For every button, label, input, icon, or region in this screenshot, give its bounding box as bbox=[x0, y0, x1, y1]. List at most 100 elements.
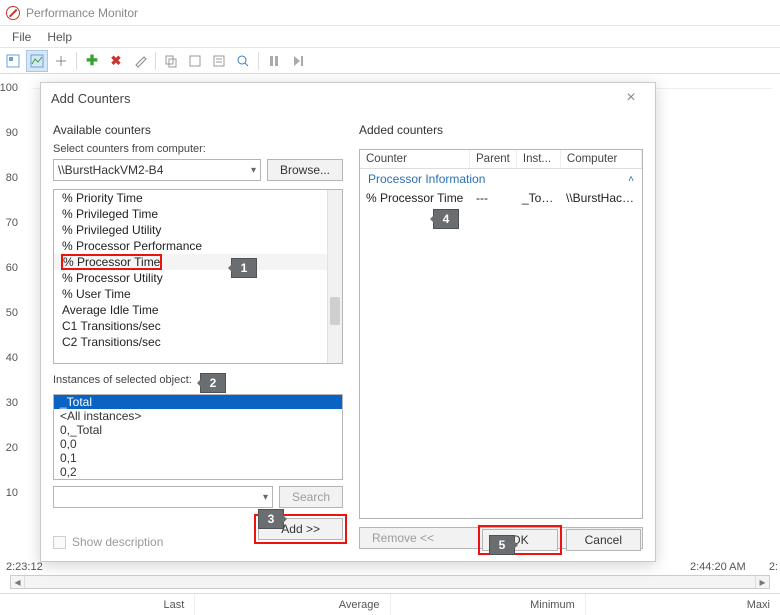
add-counters-dialog: Add Counters × Available counters Select… bbox=[40, 82, 656, 562]
instance-item[interactable]: 0,0 bbox=[54, 437, 342, 451]
available-counters-header: Available counters bbox=[53, 123, 343, 137]
toolbar-separator bbox=[258, 52, 259, 70]
computer-combo[interactable]: \\BurstHackVM2-B4 ▾ bbox=[53, 159, 261, 181]
dialog-title: Add Counters bbox=[51, 91, 131, 106]
counter-item[interactable]: % Privileged Utility bbox=[54, 222, 342, 238]
counter-item[interactable]: C2 Transitions/sec bbox=[54, 334, 342, 350]
toolbar-button[interactable] bbox=[184, 50, 206, 72]
show-description-label: Show description bbox=[72, 535, 163, 549]
y-tick: 100 bbox=[0, 82, 18, 94]
instance-item[interactable]: 0,2 bbox=[54, 465, 342, 479]
horizontal-scrollbar[interactable]: ◂ ▸ bbox=[10, 575, 770, 589]
counter-item[interactable]: C1 Transitions/sec bbox=[54, 318, 342, 334]
instances-listbox[interactable]: _Total <All instances> 0,_Total 0,0 0,1 … bbox=[53, 394, 343, 480]
table-header: Counter Parent Inst... Computer bbox=[360, 150, 642, 169]
toolbar-separator bbox=[76, 52, 77, 70]
counter-item[interactable]: % Processor Utility bbox=[54, 270, 342, 286]
counter-item-processor-time[interactable]: % Processor Time bbox=[54, 254, 342, 270]
y-tick: 30 bbox=[0, 397, 18, 409]
scroll-left-arrow[interactable]: ◂ bbox=[11, 576, 25, 588]
toolbar-button[interactable] bbox=[2, 50, 24, 72]
y-tick: 80 bbox=[0, 172, 18, 184]
dialog-close-button[interactable]: × bbox=[617, 87, 645, 109]
counter-item[interactable]: % Processor Performance bbox=[54, 238, 342, 254]
scroll-right-arrow[interactable]: ▸ bbox=[755, 576, 769, 588]
y-tick: 70 bbox=[0, 217, 18, 229]
toolbar-add-button[interactable]: ✚ bbox=[81, 50, 103, 72]
instance-item-total[interactable]: _Total bbox=[54, 395, 342, 409]
instance-search-combo[interactable]: ▾ bbox=[53, 486, 273, 508]
checkbox-icon bbox=[53, 536, 66, 549]
status-last: Last bbox=[0, 594, 194, 615]
toolbar-button[interactable] bbox=[50, 50, 72, 72]
toolbar-properties-button[interactable] bbox=[208, 50, 230, 72]
status-minimum: Minimum bbox=[390, 594, 585, 615]
x-icon: ✖ bbox=[111, 54, 122, 67]
counter-label: % Processor Time bbox=[62, 255, 161, 269]
close-icon: × bbox=[626, 89, 635, 107]
cell-parent: --- bbox=[470, 191, 516, 205]
dialog-titlebar: Add Counters × bbox=[41, 83, 655, 113]
cell-counter: % Processor Time bbox=[360, 191, 470, 205]
status-average: Average bbox=[194, 594, 389, 615]
toolbar-button[interactable] bbox=[26, 50, 48, 72]
toolbar-button[interactable] bbox=[129, 50, 151, 72]
instance-item[interactable]: 0,3 bbox=[54, 479, 342, 480]
browse-button[interactable]: Browse... bbox=[267, 159, 343, 181]
toolbar-forward-button[interactable] bbox=[287, 50, 309, 72]
chevron-down-icon: ▾ bbox=[251, 165, 256, 176]
y-tick: 20 bbox=[0, 442, 18, 454]
vertical-scrollbar[interactable] bbox=[327, 190, 342, 363]
counter-item[interactable]: Average Idle Time bbox=[54, 302, 342, 318]
instance-item[interactable]: 0,1 bbox=[54, 451, 342, 465]
chevron-up-icon: ˄ bbox=[628, 174, 634, 185]
toolbar-copy-button[interactable] bbox=[160, 50, 182, 72]
column-instance[interactable]: Inst... bbox=[517, 150, 561, 168]
counter-item[interactable]: % Priority Time bbox=[54, 190, 342, 206]
scrollbar-thumb[interactable] bbox=[330, 297, 340, 325]
x-tick: 2: bbox=[769, 561, 778, 573]
status-bar: Last Average Minimum Maxi bbox=[0, 593, 780, 615]
toolbar: ✚ ✖ bbox=[0, 48, 780, 74]
counter-data-row[interactable]: % Processor Time --- _Total \\BurstHackV… bbox=[360, 189, 642, 207]
x-tick: 2:23:12 bbox=[6, 561, 43, 573]
menubar: File Help bbox=[0, 26, 780, 48]
y-tick: 10 bbox=[0, 487, 18, 499]
counter-group-label: Processor Information bbox=[368, 172, 485, 186]
y-tick: 60 bbox=[0, 262, 18, 274]
menu-help[interactable]: Help bbox=[39, 30, 80, 44]
counters-listbox[interactable]: % Priority Time % Privileged Time % Priv… bbox=[53, 189, 343, 364]
column-counter[interactable]: Counter bbox=[360, 150, 470, 168]
counter-item[interactable]: % Privileged Time bbox=[54, 206, 342, 222]
menu-file[interactable]: File bbox=[4, 30, 39, 44]
show-description-checkbox[interactable]: Show description bbox=[53, 535, 163, 549]
column-parent[interactable]: Parent bbox=[470, 150, 517, 168]
y-tick: 40 bbox=[0, 352, 18, 364]
plus-icon: ✚ bbox=[86, 52, 98, 69]
callout-4: 4 bbox=[433, 209, 459, 229]
instance-item[interactable]: <All instances> bbox=[54, 409, 342, 423]
select-computer-label: Select counters from computer: bbox=[53, 143, 343, 155]
window-title: Performance Monitor bbox=[26, 6, 138, 20]
y-tick: 90 bbox=[0, 127, 18, 139]
toolbar-remove-button[interactable]: ✖ bbox=[105, 50, 127, 72]
cell-instance: _Total bbox=[516, 191, 560, 205]
added-counters-table: Counter Parent Inst... Computer Processo… bbox=[359, 149, 643, 519]
computer-value: \\BurstHackVM2-B4 bbox=[58, 163, 163, 177]
toolbar-zoom-button[interactable] bbox=[232, 50, 254, 72]
callout-5: 5 bbox=[489, 535, 515, 555]
callout-1: 1 bbox=[231, 258, 257, 278]
window-titlebar: Performance Monitor bbox=[0, 0, 780, 26]
counter-item[interactable]: % User Time bbox=[54, 286, 342, 302]
status-maximum: Maxi bbox=[585, 594, 780, 615]
app-icon bbox=[6, 6, 20, 20]
counter-group-row[interactable]: Processor Information ˄ bbox=[360, 169, 642, 189]
instance-item[interactable]: 0,_Total bbox=[54, 423, 342, 437]
search-button[interactable]: Search bbox=[279, 486, 343, 508]
y-tick: 50 bbox=[0, 307, 18, 319]
cancel-button[interactable]: Cancel bbox=[566, 529, 641, 551]
callout-2: 2 bbox=[200, 373, 226, 393]
column-computer[interactable]: Computer bbox=[561, 150, 642, 168]
toolbar-pause-button[interactable] bbox=[263, 50, 285, 72]
toolbar-separator bbox=[155, 52, 156, 70]
